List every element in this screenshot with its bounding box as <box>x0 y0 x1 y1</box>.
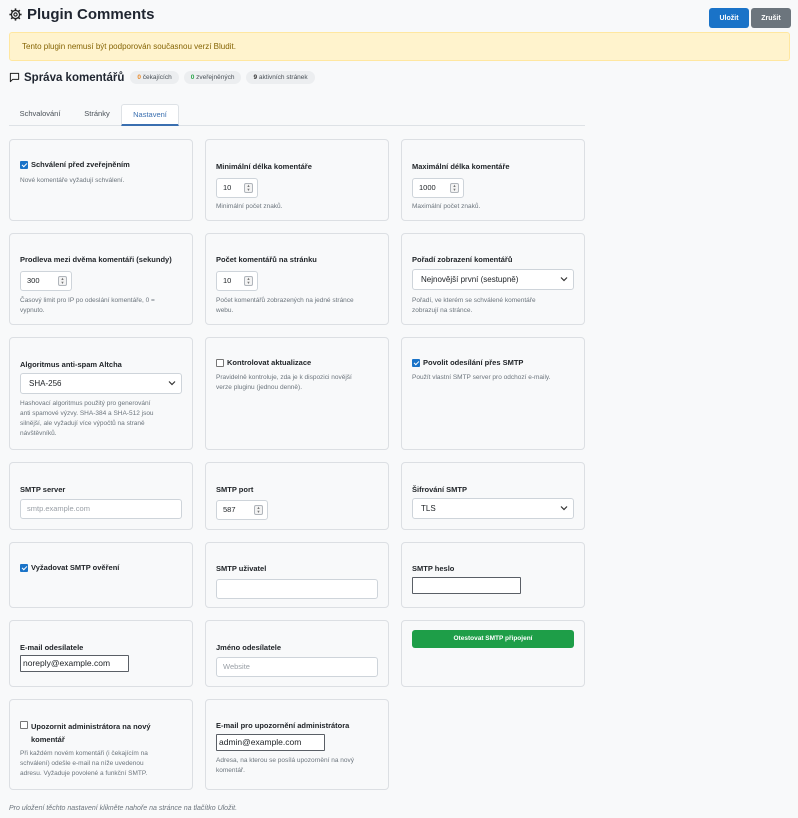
gear-icon <box>9 8 22 21</box>
smtp-auth-checkbox[interactable]: Vyžadovat SMTP ověření <box>20 563 119 572</box>
chevron-down-icon <box>560 506 568 511</box>
page-header: Plugin Comments <box>9 6 155 23</box>
chevron-down-icon <box>560 277 568 282</box>
altcha-label: Algoritmus anti-spam Altcha <box>20 360 122 369</box>
smtp-port-input[interactable]: 587 ▲ ▼ <box>216 500 268 520</box>
chat-icon <box>9 72 20 83</box>
order-help: Pořadí, ve kterém se schválené komentáře… <box>412 297 536 314</box>
admin-email-card: E-mail pro upozornění administrátora adm… <box>205 699 389 790</box>
delay-card: Prodleva mezi dvěma komentáři (sekundy) … <box>9 233 193 325</box>
notify-admin-checkbox[interactable]: Upozornit administrátora na nový komentář <box>20 720 151 746</box>
smtp-enable-help: Použít vlastní SMTP server pro odchozí e… <box>412 374 551 381</box>
smtp-port-label: SMTP port <box>216 485 254 494</box>
smtp-pass-input[interactable] <box>412 577 521 594</box>
smtp-auth-card: Vyžadovat SMTP ověření <box>9 542 193 608</box>
per-page-input[interactable]: 10 ▲ ▼ <box>216 271 258 291</box>
updates-card: Kontrolovat aktualizace Pravidelně kontr… <box>205 337 389 450</box>
spinner-icon[interactable]: ▲ ▼ <box>244 276 253 286</box>
updates-help: Pravidelně kontroluje, zda je k dispozic… <box>216 374 352 391</box>
admin-email-label: E-mail pro upozornění administrátora <box>216 721 350 730</box>
order-label: Pořadí zobrazení komentářů <box>412 255 513 264</box>
per-page-card: Počet komentářů na stránku 10 ▲ ▼ Počet ko… <box>205 233 389 325</box>
tab-approval[interactable]: Schvalování <box>9 104 71 126</box>
tab-settings[interactable]: Nastavení <box>121 104 179 126</box>
approval-help: Nové komentáře vyžadují schválení. <box>20 177 125 184</box>
sender-name-input[interactable]: Website <box>216 657 378 677</box>
sender-email-input[interactable]: noreply@example.com <box>20 655 129 672</box>
checkbox-unchecked-icon[interactable] <box>20 721 28 729</box>
tab-pages[interactable]: Stránky <box>73 104 121 126</box>
checkbox-checked-icon[interactable] <box>20 161 28 169</box>
checkbox-unchecked-icon[interactable] <box>216 359 224 367</box>
published-badge: 0 zveřejněných <box>183 71 242 84</box>
pending-badge: 0 čekajících <box>130 71 179 84</box>
test-smtp-button[interactable]: Otestovat SMTP připojení <box>412 630 574 648</box>
smtp-server-input[interactable]: smtp.example.com <box>20 499 182 519</box>
spinner-icon[interactable]: ▲ ▼ <box>58 276 67 286</box>
approval-checkbox[interactable]: Schválení před zveřejněním <box>20 160 130 169</box>
min-length-card: Minimální délka komentáře 10 ▲ ▼ Minimální… <box>205 139 389 221</box>
per-page-help: Počet komentářů zobrazených na jedné str… <box>216 297 354 314</box>
active-pages-badge: 9 aktivních stránek <box>246 71 315 84</box>
smtp-user-label: SMTP uživatel <box>216 564 267 573</box>
smtp-pass-label: SMTP heslo <box>412 564 455 573</box>
sender-email-label: E-mail odesílatele <box>20 643 84 652</box>
smtp-port-card: SMTP port 587 ▲ ▼ <box>205 462 389 530</box>
max-length-label: Maximální délka komentáře <box>412 162 510 171</box>
order-card: Pořadí zobrazení komentářů Nejnovější pr… <box>401 233 585 325</box>
min-length-input[interactable]: 10 ▲ ▼ <box>216 178 258 198</box>
delay-input[interactable]: 300 ▲ ▼ <box>20 271 72 291</box>
smtp-enable-card: Povolit odesílání přes SMTP Použít vlast… <box>401 337 585 450</box>
checkbox-checked-icon[interactable] <box>20 564 28 572</box>
smtp-server-card: SMTP server smtp.example.com <box>9 462 193 530</box>
min-length-label: Minimální délka komentáře <box>216 162 312 171</box>
smtp-pass-card: SMTP heslo <box>401 542 585 608</box>
approval-card: Schválení před zveřejněním Nové komentář… <box>9 139 193 221</box>
spinner-icon[interactable]: ▲ ▼ <box>254 505 263 515</box>
smtp-enable-checkbox[interactable]: Povolit odesílání přes SMTP <box>412 358 523 367</box>
altcha-select[interactable]: SHA-256 <box>20 373 182 394</box>
smtp-server-label: SMTP server <box>20 485 66 494</box>
altcha-help: Hashovací algoritmus použitý pro generov… <box>20 400 154 437</box>
smtp-user-card: SMTP uživatel <box>205 542 389 608</box>
checkbox-checked-icon[interactable] <box>412 359 420 367</box>
min-length-help: Minimální počet znaků. <box>216 203 283 210</box>
order-select[interactable]: Nejnovější první (sestupně) <box>412 269 574 290</box>
delay-help: Časový limit pro IP po odeslání komentář… <box>20 297 155 314</box>
chevron-down-icon <box>168 381 176 386</box>
updates-checkbox[interactable]: Kontrolovat aktualizace <box>216 358 311 367</box>
smtp-encryption-card: Šifrování SMTP TLS <box>401 462 585 530</box>
save-hint: Pro uložení těchto nastavení klikněte na… <box>9 805 238 812</box>
spinner-icon[interactable]: ▲ ▼ <box>244 183 253 193</box>
cancel-button[interactable]: Zrušit <box>751 8 791 28</box>
smtp-encryption-label: Šifrování SMTP <box>412 485 468 494</box>
max-length-help: Maximální počet znaků. <box>412 203 481 210</box>
save-button[interactable]: Uložit <box>709 8 749 28</box>
per-page-label: Počet komentářů na stránku <box>216 255 317 264</box>
test-smtp-card: Otestovat SMTP připojení <box>401 620 585 687</box>
max-length-input[interactable]: 1000 ▲ ▼ <box>412 178 464 198</box>
max-length-card: Maximální délka komentáře 1000 ▲ ▼ Maximál… <box>401 139 585 221</box>
spinner-icon[interactable]: ▲ ▼ <box>450 183 459 193</box>
sender-email-card: E-mail odesílatele noreply@example.com <box>9 620 193 687</box>
admin-email-input[interactable]: admin@example.com <box>216 734 325 751</box>
sender-name-card: Jméno odesílatele Website <box>205 620 389 687</box>
compatibility-warning: Tento plugin nemusí být podporován souča… <box>9 32 790 61</box>
page-title: Plugin Comments <box>27 6 155 23</box>
comments-management-header: Správa komentářů 0 čekajících 0 zveřejně… <box>9 71 320 84</box>
notify-admin-card: Upozornit administrátora na nový komentář… <box>9 699 193 790</box>
notify-admin-help: Při každém novém komentáři (i čekajícím … <box>20 750 148 777</box>
management-title: Správa komentářů <box>24 71 125 84</box>
smtp-encryption-select[interactable]: TLS <box>412 498 574 519</box>
sender-name-label: Jméno odesílatele <box>216 643 282 652</box>
smtp-user-input[interactable] <box>216 579 378 599</box>
altcha-card: Algoritmus anti-spam Altcha SHA-256 Hash… <box>9 337 193 450</box>
admin-email-help: Adresa, na kterou se posílá upozornění n… <box>216 757 355 774</box>
tab-bar: Schvalování Stránky Nastavení <box>9 104 585 126</box>
delay-label: Prodleva mezi dvěma komentáři (sekundy) <box>20 255 172 264</box>
